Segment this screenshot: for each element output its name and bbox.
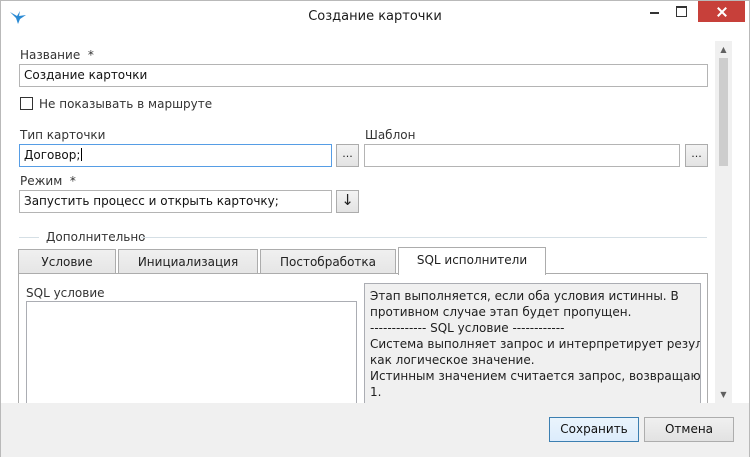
tab-postprocessing[interactable]: Постобработка — [260, 249, 396, 274]
tab-condition[interactable]: Условие — [18, 249, 116, 274]
vertical-scrollbar[interactable]: ▲ ▼ — [715, 41, 732, 403]
tab-sql-executors[interactable]: SQL исполнители — [398, 247, 546, 275]
info-line: Система выполняет запрос и интерпретируе… — [370, 337, 701, 351]
card-type-input[interactable]: Договор; — [19, 144, 332, 167]
save-button[interactable]: Сохранить — [549, 417, 639, 442]
card-type-browse-button[interactable]: ... — [336, 144, 359, 167]
template-label: Шаблон — [365, 128, 416, 142]
scroll-down-arrow-icon[interactable]: ▼ — [715, 386, 732, 403]
card-type-value: Договор; — [24, 148, 81, 162]
name-input[interactable]: Создание карточки — [19, 64, 708, 87]
close-button[interactable] — [698, 1, 745, 22]
info-line: как логическое значение. — [370, 353, 535, 367]
minimize-button[interactable] — [641, 1, 667, 22]
info-line: Этап выполняется, если оба условия истин… — [370, 289, 679, 303]
card-type-label: Тип карточки — [20, 128, 106, 142]
required-mark: * — [69, 174, 76, 188]
name-label: Название * — [20, 48, 94, 62]
hide-in-route-label: Не показывать в маршруте — [39, 97, 213, 111]
group-divider-left — [19, 237, 39, 238]
window-title: Создание карточки — [308, 9, 442, 24]
sql-condition-textarea[interactable] — [26, 301, 357, 408]
template-input[interactable] — [364, 144, 680, 167]
tab-initialization[interactable]: Инициализация — [118, 249, 258, 274]
hide-in-route-checkbox[interactable] — [20, 97, 33, 110]
sql-condition-label: SQL условие — [26, 286, 105, 300]
mode-label-text: Режим — [20, 174, 63, 188]
maximize-button[interactable] — [668, 1, 694, 22]
scroll-thumb[interactable] — [719, 58, 728, 166]
info-line: Истинным значением считается запрос, воз… — [370, 369, 701, 383]
cancel-button[interactable]: Отмена — [644, 417, 734, 442]
text-caret — [81, 148, 83, 161]
info-line: ------------- SQL условие ------------ — [370, 321, 565, 335]
dialog-window: Создание карточки Название * Создание ка… — [0, 0, 750, 457]
name-label-text: Название — [20, 48, 81, 62]
mode-dropdown-button[interactable]: ↓ — [336, 190, 359, 213]
info-line: противном случае этап будет пропущен. — [370, 305, 632, 319]
mode-label: Режим * — [20, 174, 76, 188]
sql-info-box: Этап выполняется, если оба условия истин… — [364, 283, 701, 408]
group-divider-right — [141, 237, 707, 238]
info-line: 1. — [370, 385, 382, 399]
required-mark: * — [87, 48, 94, 62]
title-bar[interactable]: Создание карточки — [1, 1, 749, 32]
scroll-up-arrow-icon[interactable]: ▲ — [715, 41, 732, 58]
dialog-footer: Сохранить Отмена — [1, 403, 749, 457]
template-browse-button[interactable]: ... — [685, 144, 708, 167]
mode-input[interactable]: Запустить процесс и открыть карточку; — [19, 190, 332, 213]
additional-group-label: Дополнительно — [46, 230, 146, 244]
